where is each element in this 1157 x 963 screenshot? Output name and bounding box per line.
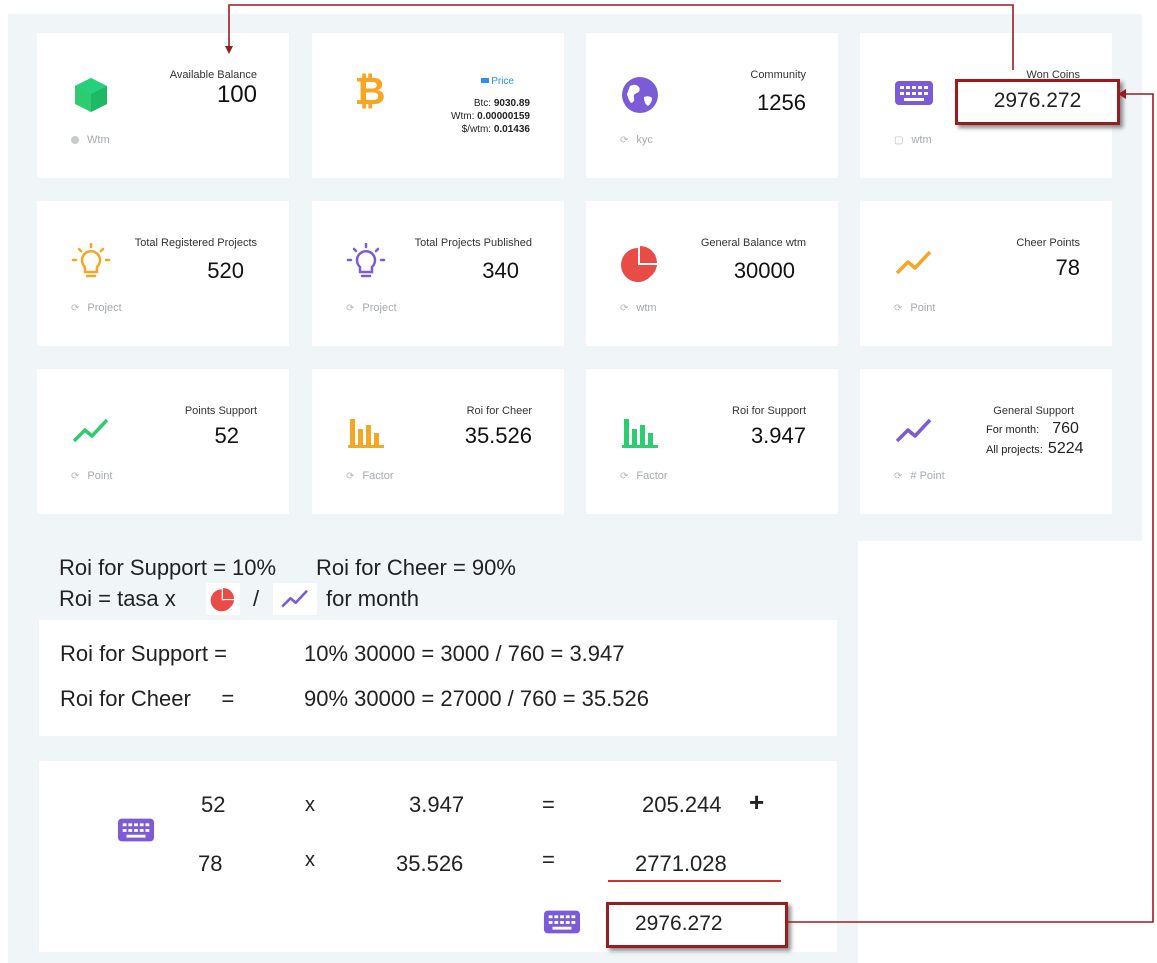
connector-arrows [225, 4, 1154, 923]
arrow-total-to-won-coins [785, 93, 1154, 923]
arrow-won-coins-to-balance [228, 4, 1014, 70]
arrowhead-icon [1118, 89, 1126, 99]
arrowhead-icon [225, 46, 233, 54]
